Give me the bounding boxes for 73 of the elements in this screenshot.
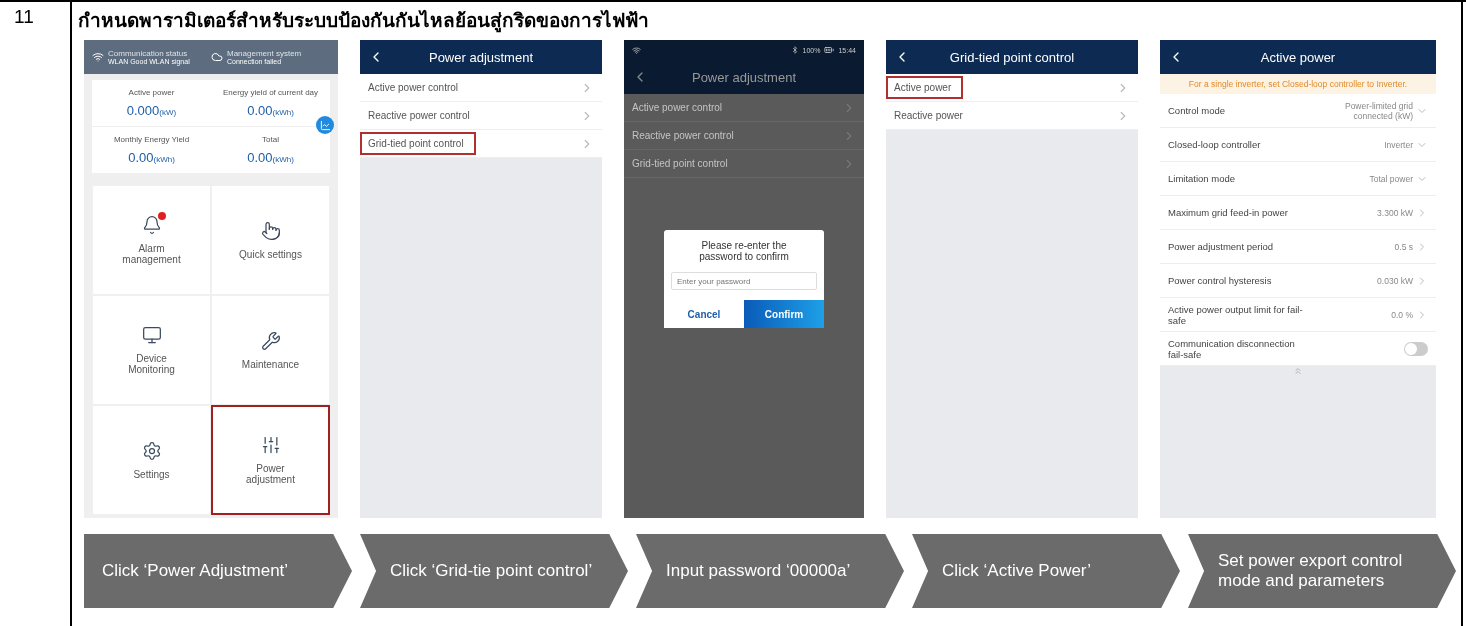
menu-tile[interactable]: Alarm management [92,185,211,295]
setting-label: Limitation mode [1168,173,1236,184]
setting-label: Power adjustment period [1168,241,1274,252]
setting-value: 0.030 kW [1377,275,1413,286]
setting-label: Control mode [1168,105,1226,116]
setting-label: Communication disconnection fail-safe [1168,337,1296,360]
stat-value: 0.00(kWh) [247,103,294,118]
notice-banner: For a single inverter, set Closed-loop controller to Inverter. [1160,74,1436,94]
setting-label: Closed-loop controller [1168,139,1261,150]
setting-row[interactable]: Active power output limit for fail-safe 0.0 % [1160,298,1436,332]
screen-header: Power adjustment [360,40,602,74]
status-label: Communication status [108,49,189,58]
settings-icon [141,440,162,461]
setting-row[interactable]: Power adjustment period 0.5 s [1160,230,1436,264]
stat-label: Total [262,135,279,144]
sliders-icon [260,435,281,455]
wifi-icon [632,45,641,55]
battery-icon [824,45,835,55]
menu-tile[interactable]: Device Monitoring [92,295,211,405]
screen-header: Grid-tied point control [886,40,1138,74]
toggle-switch[interactable] [1404,341,1428,356]
menu-tile[interactable]: Maintenance [211,295,330,405]
wrench-icon [260,330,281,351]
menu-item[interactable]: Active power [886,74,1138,102]
alert-badge [157,212,166,220]
menu-item[interactable]: Active power control [360,74,602,102]
setting-label: Active power output limit for fail-safe [1168,303,1304,326]
setting-row[interactable]: Maximum grid feed-in power 3.300 kW [1160,196,1436,230]
stat-label: Monthly Energy Yield [113,135,190,144]
setting-row[interactable]: Power control hysteresis 0.030 kW [1160,264,1436,298]
setting-value: Power-limited grid connected (kW) [1343,100,1413,121]
wifi-icon [92,51,104,63]
cloud-icon [211,51,223,63]
setting-row[interactable]: Closed-loop controller Inverter [1160,128,1436,162]
menu-item[interactable]: Reactive power [886,102,1138,130]
setting-label: Power control hysteresis [1168,275,1272,286]
menu-tile[interactable]: Settings [92,405,211,515]
chart-button[interactable] [316,116,334,134]
bell-icon [141,215,162,235]
pointer-hand-icon [260,220,281,241]
monitor-icon [141,325,162,345]
menu-item[interactable]: Reactive power control [624,122,864,150]
menu-item[interactable]: Active power control [624,94,864,122]
password-field[interactable]: Enter your password [671,272,817,290]
section-title: กำหนดพารามิเตอร์สำหรับระบบป้องกันกันไหลย้อนสู่กริดของการไฟฟ้า [77,9,650,35]
menu-item[interactable]: Grid-tied point control [360,130,602,158]
chart-icon [319,119,331,131]
setting-value: 0.0 % [1391,309,1413,320]
stat-value: 0.000(kW) [126,103,177,118]
screen-header: Power adjustment [624,60,864,94]
setting-value: 3.300 kW [1377,207,1413,218]
row-number: 11 [14,6,34,27]
setting-value: Total power [1369,173,1413,184]
status-label: Management system [227,49,302,58]
menu-tile[interactable]: Quick settings [211,185,330,295]
screen-header: Active power [1160,40,1436,74]
bluetooth-icon [790,46,799,54]
setting-value: 0.5 s [1394,241,1413,252]
stat-value: 0.00(kWh) [247,150,294,165]
setting-row[interactable]: Limitation mode Total power [1160,162,1436,196]
setting-row[interactable]: Control mode Power-limited grid connected (kW) [1160,94,1436,128]
confirm-button[interactable]: Confirm [744,300,824,328]
menu-tile[interactable]: Power adjustment [211,405,330,515]
menu-item[interactable]: Grid-tied point control [624,150,864,178]
chevrons-up-icon [1293,366,1303,376]
menu-item[interactable]: Reactive power control [360,102,602,130]
setting-value: Inverter [1384,139,1413,150]
setting-label: Maximum grid feed-in power [1168,207,1288,218]
stat-label: Energy yield of current day [222,88,319,97]
setting-row[interactable]: Communication disconnection fail-safe [1160,332,1436,366]
dialog-message: Please re-enter the password to confirm [698,239,790,264]
stat-label: Active power [128,88,175,97]
stat-value: 0.00(kWh) [128,150,175,165]
